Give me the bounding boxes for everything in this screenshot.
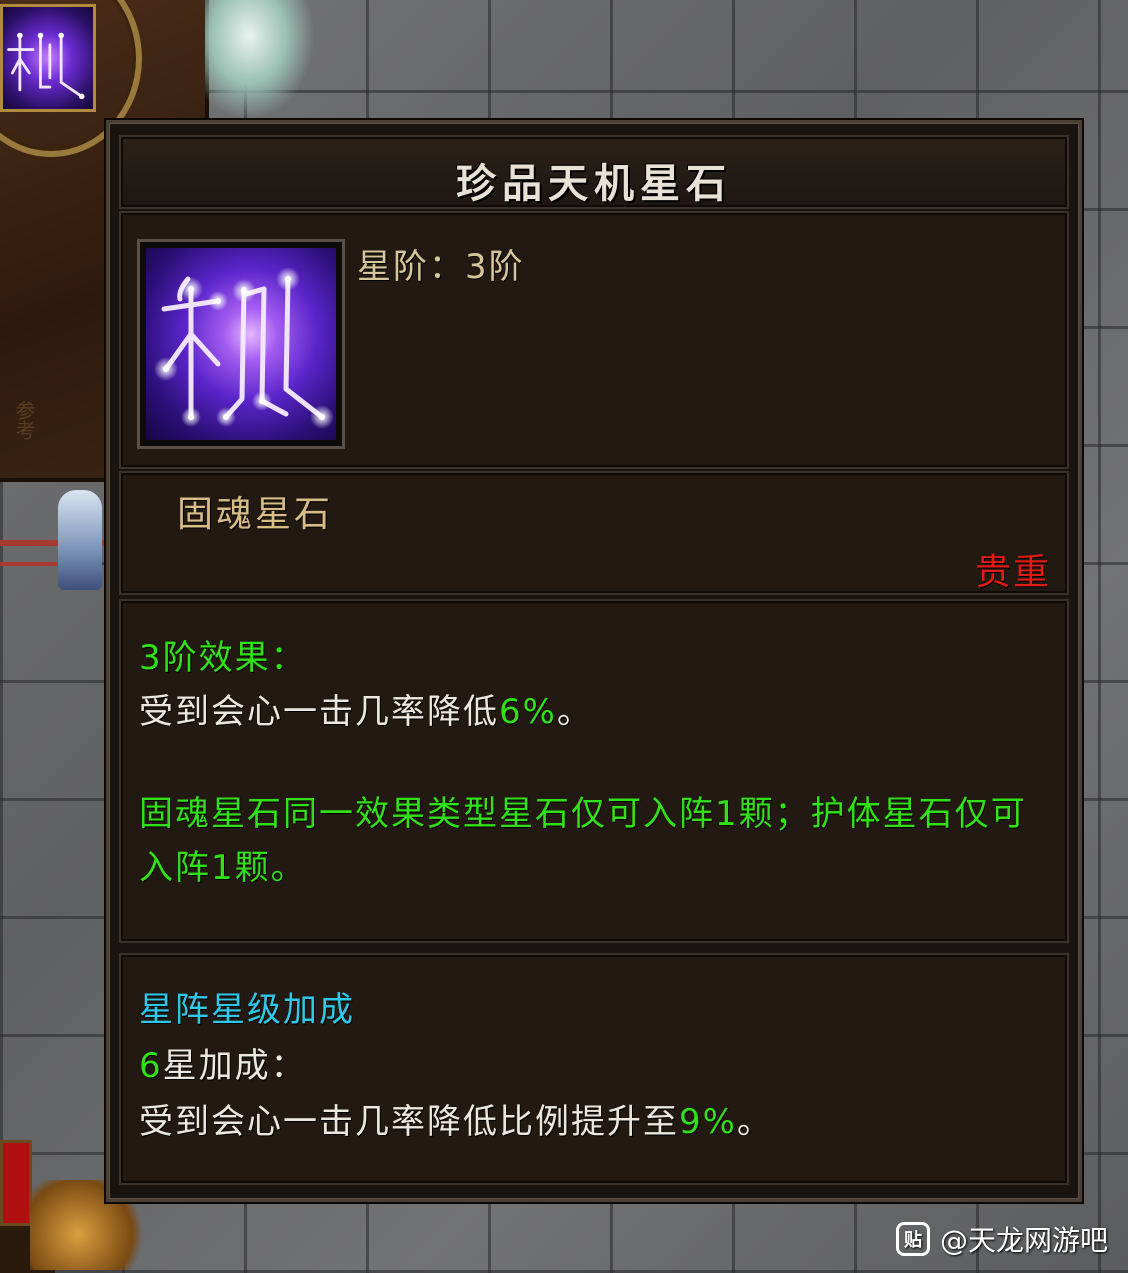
star-rank-label: 星阶：3阶 (357, 247, 525, 287)
bonus-desc-suffix: 。 (736, 1102, 773, 1142)
effect-desc-text: 受到会心一击几率降低 (139, 692, 499, 732)
item-name-section: 固魂星石 贵重 (119, 471, 1069, 595)
bonus-header: 星阵星级加成 (139, 990, 355, 1030)
bonus-desc-text: 受到会心一击几率降低比例提升至 (139, 1102, 679, 1142)
bonus-level: 6星加成： (139, 1039, 307, 1093)
tieba-logo-icon: 贴 (895, 1222, 930, 1256)
effect-description: 受到会心一击几率降低6%。 (139, 685, 593, 739)
item-tooltip: 珍品天机星石 星阶：3阶 固魂星石 贵重 3阶效果： 受到会心一击几率降低6%。… (104, 118, 1084, 1204)
effect-header: 3阶效果： (139, 638, 307, 678)
effect-desc-suffix: 。 (556, 692, 593, 732)
watermark-text: @天龙网游吧 (939, 1224, 1108, 1257)
tooltip-title-bar: 珍品天机星石 (119, 135, 1069, 209)
watermark: 贴 @天龙网游吧 (895, 1219, 1108, 1259)
effect-value: 6% (499, 692, 557, 732)
effect-section: 3阶效果： 受到会心一击几率降低6%。 固魂星石同一效果类型星石仅可入阵1颗；护… (119, 599, 1069, 943)
bonus-level-label: 星加成： (162, 1046, 307, 1086)
item-info-section: 星阶：3阶 (119, 211, 1069, 469)
equipped-star-stone-slot[interactable] (0, 4, 96, 112)
bonus-level-number: 6 (139, 1046, 163, 1086)
constellation-bonus-section: 星阵星级加成 6星加成： 受到会心一击几率降低比例提升至9%。 (119, 953, 1069, 1185)
bonus-value: 9% (679, 1102, 737, 1142)
panel-faded-label: 参考 (12, 400, 36, 440)
snowy-tree-decoration (205, 0, 315, 120)
bonus-description: 受到会心一击几率降低比例提升至9%。 (139, 1095, 773, 1149)
star-constellation-icon (7, 32, 85, 100)
effect-rule: 固魂星石同一效果类型星石仅可入阵1颗；护体星石仅可入阵1颗。 (139, 794, 1027, 888)
rarity-label: 贵重 (974, 552, 1051, 593)
star-constellation-icon (146, 248, 336, 440)
stone-type-name: 固魂星石 (177, 494, 334, 535)
character-sprite (0, 490, 105, 600)
item-title: 珍品天机星石 (456, 160, 732, 207)
item-icon-frame (137, 239, 345, 449)
